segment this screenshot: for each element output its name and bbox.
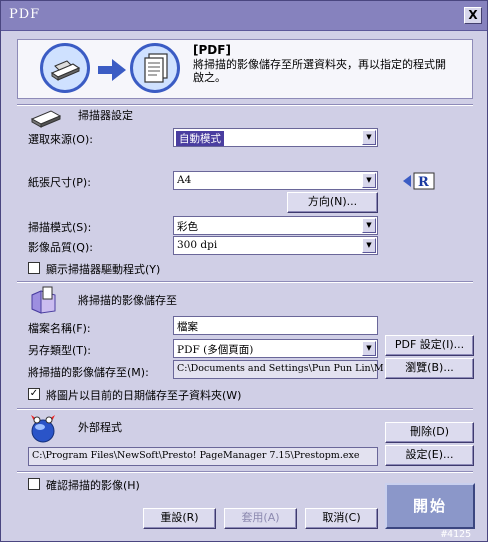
save-to-path-field[interactable]: C:\Documents and Settings\Pun Pun Lin\M — [173, 360, 384, 379]
header-description: 將掃描的影像儲存至所選資料夾，再以指定的程式開啟之。 — [193, 58, 446, 84]
program-settings-button[interactable]: 設定(E)... — [385, 445, 474, 466]
separator — [17, 471, 473, 473]
source-value: 自動模式 — [176, 131, 224, 146]
confirm-scan-checkbox[interactable] — [28, 478, 40, 490]
source-label: 選取來源(O): — [28, 133, 93, 146]
save-type-label: 另存類型(T): — [28, 344, 92, 357]
separator — [17, 281, 473, 283]
save-section-title: 將掃描的影像儲存至 — [78, 294, 177, 307]
scan-mode-label: 掃描模式(S): — [28, 221, 92, 234]
chevron-down-icon[interactable]: ▼ — [362, 130, 376, 145]
scan-mode-select[interactable]: 彩色 ▼ — [173, 216, 378, 235]
external-program-path-field[interactable]: C:\Program Files\NewSoft\Presto! PageMan… — [28, 447, 378, 466]
source-select[interactable]: 自動模式 ▼ — [173, 128, 378, 147]
folder-save-icon — [29, 285, 59, 318]
external-program-icon — [25, 411, 61, 448]
reset-button[interactable]: 重設(R) — [143, 508, 216, 529]
chevron-down-icon[interactable]: ▼ — [362, 341, 376, 356]
external-program-title: 外部程式 — [78, 421, 122, 434]
scanner-settings-title: 掃描器設定 — [78, 109, 133, 122]
separator — [17, 408, 473, 410]
filename-label: 檔案名稱(F): — [28, 322, 91, 335]
build-tag: #4125 — [441, 529, 472, 540]
chevron-down-icon[interactable]: ▼ — [362, 218, 376, 233]
pdf-dialog: PDF X [PDF] 將掃描的影像儲存至所選資料夾，再以指定的程式開啟之。 掃… — [0, 0, 488, 542]
remove-button[interactable]: 刪除(D) — [385, 422, 474, 443]
date-subfolder-label: 將圖片以目前的日期儲存至子資料夾(W) — [46, 389, 242, 402]
chevron-down-icon[interactable]: ▼ — [362, 173, 376, 188]
save-to-path-value: C:\Documents and Settings\Pun Pun Lin\M — [177, 363, 384, 374]
quality-select[interactable]: 300 dpi ▼ — [173, 236, 378, 255]
pdf-settings-button[interactable]: PDF 設定(I)... — [385, 335, 474, 356]
save-type-select[interactable]: PDF (多個頁面) ▼ — [173, 339, 378, 358]
header-title: [PDF] — [193, 43, 231, 57]
show-driver-label: 顯示掃描器驅動程式(Y) — [46, 263, 161, 276]
scan-mode-value: 彩色 — [177, 221, 198, 233]
show-driver-checkbox[interactable] — [28, 262, 40, 274]
header-panel: [PDF] 將掃描的影像儲存至所選資料夾，再以指定的程式開啟之。 — [17, 39, 473, 99]
filename-value: 檔案 — [177, 321, 198, 333]
arrow-right-icon — [98, 59, 126, 84]
scanner-settings-icon — [29, 105, 63, 132]
apply-button[interactable]: 套用(A) — [224, 508, 297, 529]
close-button[interactable]: X — [464, 7, 482, 24]
scanner-icon — [40, 43, 90, 93]
date-subfolder-checkbox[interactable]: ✓ — [28, 388, 40, 400]
quality-value: 300 dpi — [177, 239, 218, 251]
quality-label: 影像品質(Q): — [28, 241, 93, 254]
title-bar: PDF X — [1, 1, 487, 31]
start-button[interactable]: 開始 — [385, 483, 475, 529]
window-title: PDF — [9, 7, 41, 22]
page-orientation-icon: R — [403, 171, 435, 194]
paper-size-select[interactable]: A4 ▼ — [173, 171, 378, 190]
orientation-button[interactable]: 方向(N)... — [287, 192, 378, 213]
save-to-label: 將掃描的影像儲存至(M): — [28, 366, 149, 379]
chevron-down-icon[interactable]: ▼ — [362, 238, 376, 253]
external-program-path-value: C:\Program Files\NewSoft\Presto! PageMan… — [32, 450, 360, 461]
svg-text:R: R — [418, 175, 429, 190]
separator — [17, 104, 473, 106]
paper-size-label: 紙張尺寸(P): — [28, 176, 91, 189]
document-icon — [130, 43, 180, 93]
filename-input[interactable]: 檔案 — [173, 316, 378, 335]
confirm-scan-label: 確認掃描的影像(H) — [46, 479, 140, 492]
browse-button[interactable]: 瀏覽(B)... — [385, 358, 474, 379]
cancel-button[interactable]: 取消(C) — [305, 508, 378, 529]
paper-size-value: A4 — [177, 174, 192, 186]
save-type-value: PDF (多個頁面) — [177, 344, 254, 356]
